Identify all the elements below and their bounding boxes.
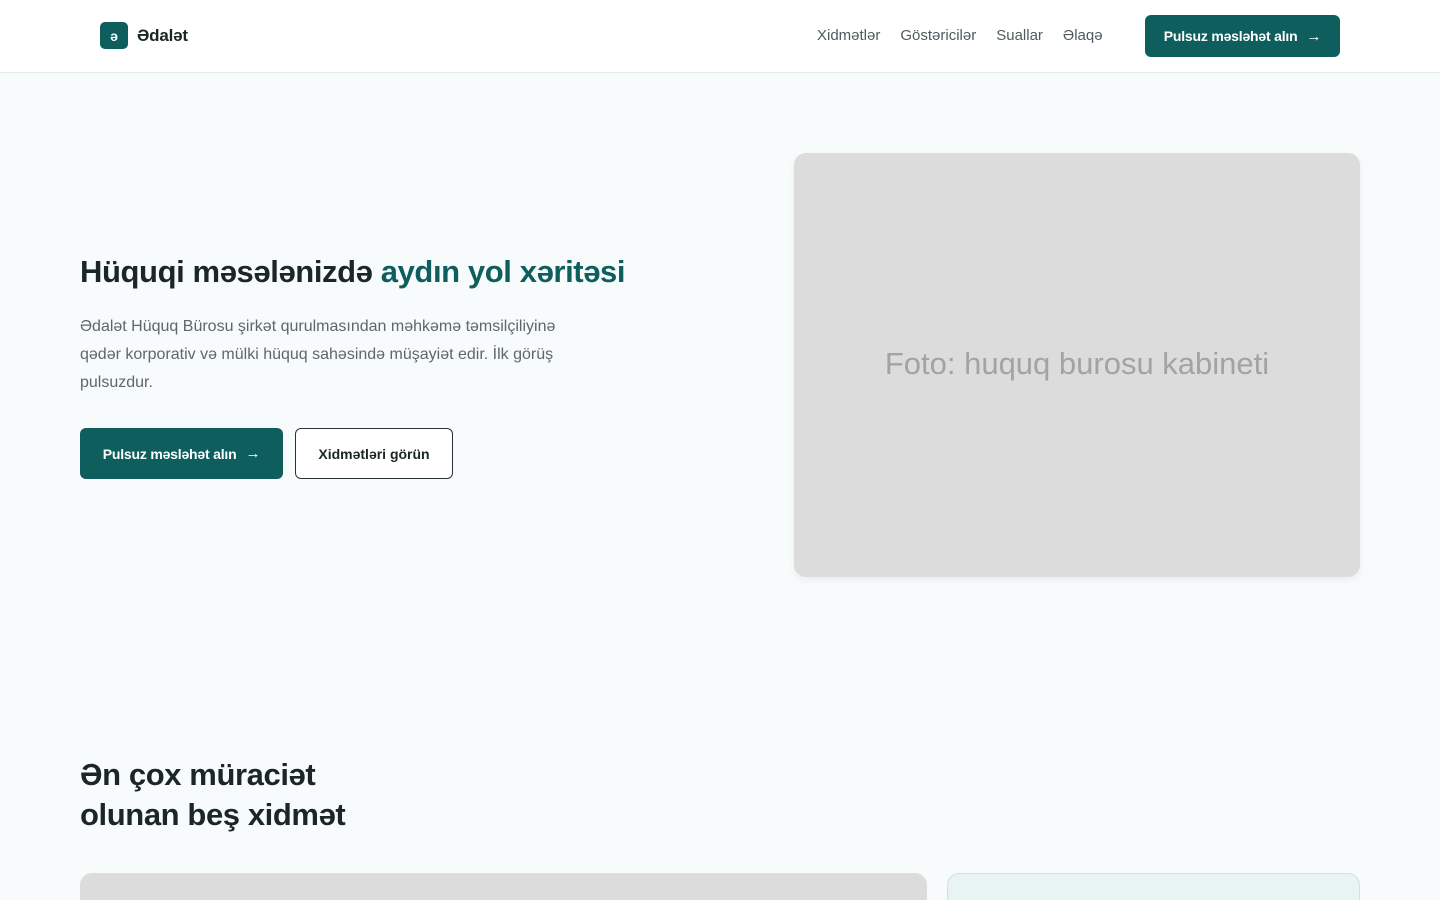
main-nav: Xidmətlər Göstəricilər Suallar Əlaqə	[817, 27, 1123, 44]
hero-consultation-button[interactable]: Pulsuz məsləhət alın →	[80, 428, 283, 479]
brand-logo[interactable]: ə Ədalət	[100, 22, 188, 49]
hero-title-accent: aydın yol xəritəsi	[380, 254, 626, 289]
arrow-right-icon: →	[1306, 27, 1322, 45]
service-card-side	[947, 873, 1360, 900]
nav-link-services[interactable]: Xidmətlər	[817, 27, 880, 44]
services-section-title: Ən çox müraciət olunan beş xidmət	[80, 757, 346, 832]
hero-secondary-label: Xidmətləri görün	[318, 445, 430, 462]
nav-link-contact[interactable]: Əlaqə	[1063, 27, 1103, 44]
hero-primary-label: Pulsuz məsləhət alın	[102, 445, 237, 462]
hero-title: Hüquqi məsələnizdə aydın yol xəritəsi	[80, 254, 626, 290]
service-card-photo	[80, 873, 927, 900]
site-header: ə Ədalət Xidmətlər Göstəricilər Suallar …	[0, 0, 1440, 73]
logo-mark-icon: ə	[100, 22, 128, 49]
nav-link-stats[interactable]: Göstəricilər	[900, 27, 976, 44]
header-consultation-button[interactable]: Pulsuz məsləhət alın →	[1145, 15, 1340, 57]
photo-caption: Foto: huquq burosu kabineti	[884, 346, 1270, 381]
nav-link-faq[interactable]: Suallar	[996, 27, 1043, 44]
view-services-button[interactable]: Xidmətləri görün	[295, 428, 453, 479]
hero-title-main: Hüquqi məsələnizdə	[80, 254, 381, 289]
arrow-right-icon: →	[245, 445, 261, 462]
hero-description: Ədalət Hüquq Bürosu şirkət qurulmasından…	[80, 318, 556, 391]
brand-name: Ədalət	[137, 25, 188, 45]
header-cta-label: Pulsuz məsləhət alın	[1163, 28, 1298, 44]
hero-photo-placeholder: Foto: huquq burosu kabineti	[794, 153, 1360, 577]
